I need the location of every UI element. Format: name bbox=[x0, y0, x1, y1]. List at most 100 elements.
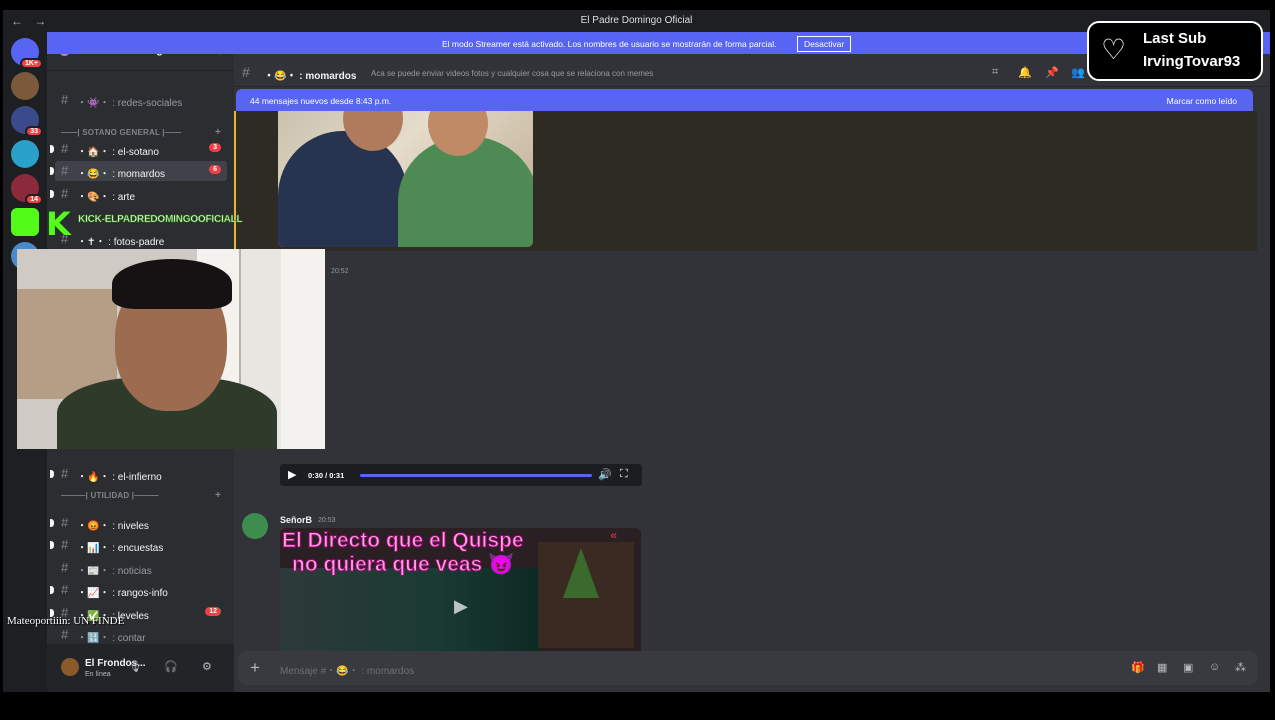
channel-label: ・📰・ : noticias bbox=[77, 566, 152, 577]
apps-icon[interactable]: ⁂ bbox=[1235, 661, 1246, 674]
server-icon[interactable] bbox=[11, 72, 39, 100]
webcam-person-hair bbox=[112, 259, 232, 309]
emoji-icon[interactable]: ☺ bbox=[1209, 661, 1220, 673]
kick-channel-url: KICK-ELPADREDOMINGOOFICIALL bbox=[78, 214, 243, 226]
server-icon[interactable] bbox=[11, 140, 39, 168]
hash-icon: # bbox=[242, 64, 250, 80]
channel-momardos[interactable]: # ・😂・ : momardos 6 bbox=[50, 161, 227, 181]
hash-icon: # bbox=[61, 627, 69, 642]
thumbnail-title-line2: no quiera que veas 😈 bbox=[292, 553, 515, 577]
server-icon[interactable]: 14 bbox=[11, 174, 43, 205]
headphones-icon[interactable]: 🎧 bbox=[164, 660, 178, 673]
user-panel: El Frondos... En línea 🎙 🎧 ⚙ bbox=[47, 644, 234, 692]
channel-contar[interactable]: # ・🔢・ : contar bbox=[55, 625, 227, 645]
video-progress-bar[interactable] bbox=[360, 474, 592, 477]
unread-indicator bbox=[50, 519, 54, 527]
volume-icon[interactable]: 🔊 bbox=[598, 468, 612, 481]
microphone-icon[interactable]: 🎙 bbox=[128, 660, 142, 673]
threads-icon[interactable]: ⌗ bbox=[992, 66, 998, 79]
channel-label: ・🏠・ : el-sotano bbox=[77, 147, 159, 158]
unread-indicator bbox=[50, 190, 54, 198]
channel-redes-sociales[interactable]: # ・👾・ : redes-sociales bbox=[55, 90, 227, 110]
unread-indicator bbox=[50, 145, 54, 153]
mention-badge: 3 bbox=[209, 143, 221, 152]
hash-icon: # bbox=[61, 560, 69, 575]
avatar[interactable] bbox=[61, 658, 79, 676]
fullscreen-icon[interactable]: ⛶ bbox=[620, 468, 628, 481]
play-overlay-icon[interactable]: ▶ bbox=[454, 596, 468, 617]
thumbnail-title-line1: El Directo que el Quispe bbox=[282, 529, 525, 553]
avatar[interactable] bbox=[242, 513, 268, 539]
play-icon[interactable]: ▶ bbox=[288, 468, 296, 481]
kick-server-icon[interactable] bbox=[11, 208, 39, 236]
hash-icon: # bbox=[61, 466, 69, 481]
channel-label: ・🎨・ : arte bbox=[77, 192, 136, 203]
channel-fotos-padre[interactable]: # ・✝・ : fotos-padre bbox=[55, 229, 227, 249]
webcam-overlay bbox=[17, 249, 325, 449]
channel-topic[interactable]: Aca se puede enviar videos fotos y cualq… bbox=[371, 69, 653, 78]
category-utilidad[interactable]: ———| UTILIDAD |——— + bbox=[61, 490, 221, 501]
message-input[interactable]: Mensaje #・😂・ : momardos bbox=[280, 662, 414, 677]
video-thumbnail[interactable]: El Directo que el Quispe no quiera que v… bbox=[280, 528, 641, 659]
channel-noticias[interactable]: # ・📰・ : noticias bbox=[55, 558, 227, 578]
settings-gear-icon[interactable]: ⚙ bbox=[202, 660, 212, 673]
home-server[interactable]: 1K+ bbox=[11, 38, 43, 69]
thumbnail-title: El Directo que el Quispe no quiera que v… bbox=[282, 529, 525, 577]
channel-el-sotano[interactable]: # ・🏠・ : el-sotano 3 bbox=[50, 139, 227, 159]
last-sub-widget: ♡ Last Sub IrvingTovar93 bbox=[1087, 21, 1263, 81]
attach-plus-icon[interactable]: + bbox=[250, 658, 260, 678]
message-composer[interactable]: + Mensaje #・😂・ : momardos 🎁 ▦ ▣ ☺ ⁂ bbox=[238, 651, 1258, 685]
hash-icon: # bbox=[61, 186, 69, 201]
message-author[interactable]: SeñorB bbox=[280, 515, 312, 525]
unread-indicator bbox=[50, 541, 54, 549]
unread-indicator bbox=[50, 470, 54, 478]
hash-icon: # bbox=[61, 515, 69, 530]
new-messages-text: 44 mensajes nuevos desde 8:43 p.m. bbox=[250, 96, 392, 106]
mention-badge: 12 bbox=[205, 607, 221, 616]
add-channel-icon[interactable]: + bbox=[215, 127, 221, 138]
new-messages-bar[interactable]: 44 mensajes nuevos desde 8:43 p.m. Marca… bbox=[236, 89, 1253, 111]
user-status: En línea bbox=[85, 671, 111, 678]
message-timestamp: 20:53 bbox=[318, 517, 336, 524]
members-icon[interactable]: 👥 bbox=[1071, 66, 1085, 79]
bell-icon[interactable]: 🔔 bbox=[1018, 66, 1032, 79]
disable-streamer-button[interactable]: Desactivar bbox=[797, 36, 852, 52]
message-list: 20:52 ▶ 0:30 / 0:31 🔊 ⛶ SeñorB 20:53 El … bbox=[234, 111, 1270, 659]
add-channel-icon[interactable]: + bbox=[215, 490, 221, 501]
photo-person-left bbox=[278, 131, 408, 247]
hash-icon: # bbox=[61, 582, 69, 597]
sticker-icon[interactable]: ▣ bbox=[1183, 661, 1193, 674]
category-label: ———| UTILIDAD |——— bbox=[61, 491, 159, 500]
server-icon[interactable]: 33 bbox=[11, 106, 43, 137]
highlighted-message bbox=[234, 111, 1257, 251]
image-attachment[interactable] bbox=[278, 111, 533, 247]
gif-icon[interactable]: ▦ bbox=[1157, 661, 1167, 674]
channel-arte[interactable]: # ・🎨・ : arte bbox=[50, 184, 227, 204]
heart-icon: ♡ bbox=[1101, 34, 1127, 65]
channel-encuestas[interactable]: # ・📊・ : encuestas bbox=[50, 535, 227, 555]
channel-label: ・📈・ : rangos-info bbox=[77, 588, 168, 599]
hash-icon: # bbox=[61, 141, 69, 156]
category-label: ——| SOTANO GENERAL |—— bbox=[61, 128, 182, 137]
stream-chat-message: Mateoportiiin: UN FINDE bbox=[7, 615, 125, 627]
channel-title: ・😂・ : momardos bbox=[264, 71, 357, 82]
hash-icon: # bbox=[61, 163, 69, 178]
channel-rangos-info[interactable]: # ・📈・ : rangos-info bbox=[50, 580, 227, 600]
hash-icon: # bbox=[61, 92, 69, 107]
category-sotano[interactable]: ——| SOTANO GENERAL |—— + bbox=[61, 127, 221, 138]
channel-el-infierno[interactable]: # ・🔥・ : el-infierno bbox=[50, 464, 227, 484]
streamer-mode-text: El modo Streamer está activado. Los nomb… bbox=[442, 39, 777, 49]
remove-embed-icon[interactable]: « bbox=[610, 528, 617, 542]
pin-icon[interactable]: 📌 bbox=[1045, 66, 1059, 79]
channel-label: ・🔢・ : contar bbox=[77, 633, 146, 644]
video-time: 0:30 / 0:31 bbox=[308, 471, 345, 480]
mention-badge: 6 bbox=[209, 165, 221, 174]
channel-label: ・😂・ : momardos bbox=[77, 169, 166, 180]
channel-niveles[interactable]: # ・😡・ : niveles bbox=[50, 513, 227, 533]
unread-indicator bbox=[50, 586, 54, 594]
unread-indicator bbox=[50, 167, 54, 175]
kick-logo-icon: K bbox=[46, 205, 71, 243]
gift-icon[interactable]: 🎁 bbox=[1131, 661, 1145, 674]
hash-icon: # bbox=[61, 537, 69, 552]
mark-read-button[interactable]: Marcar como leído bbox=[1167, 96, 1237, 106]
